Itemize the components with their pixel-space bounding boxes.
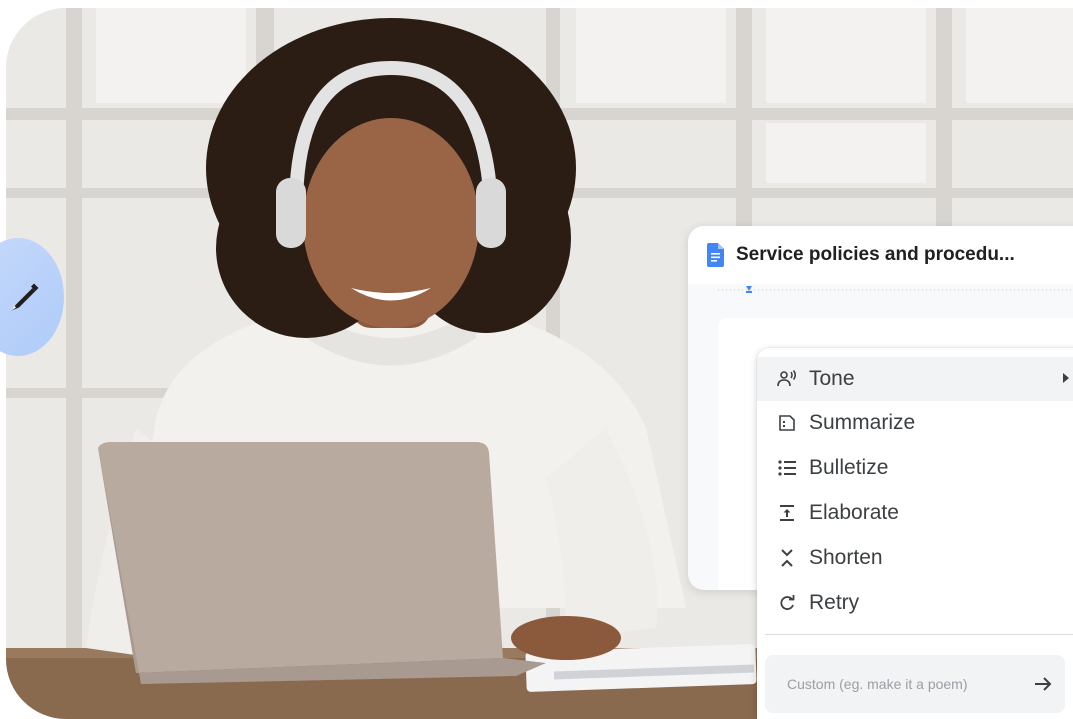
menu-item-elaborate[interactable]: Elaborate: [757, 491, 1073, 535]
stage: Service policies and procedu... Tone Sum…: [0, 0, 1073, 719]
collapse-vertical-icon: [777, 548, 797, 568]
menu-item-label: Summarize: [809, 411, 916, 434]
arrow-right-icon: [1035, 677, 1052, 691]
pen-icon: [11, 283, 39, 311]
ruler[interactable]: [718, 286, 1073, 294]
summarize-icon: [777, 413, 797, 433]
docs-header: Service policies and procedu...: [688, 226, 1073, 284]
retry-icon: [777, 593, 797, 613]
custom-prompt-box: [765, 655, 1065, 713]
menu-item-shorten[interactable]: Shorten: [757, 536, 1073, 580]
google-docs-icon: [707, 243, 724, 267]
menu-item-tone[interactable]: Tone: [757, 357, 1073, 401]
menu-divider: [765, 634, 1073, 635]
menu-item-label: Shorten: [809, 546, 883, 569]
tone-voice-icon: [777, 369, 797, 389]
custom-prompt-input[interactable]: [785, 675, 1005, 693]
menu-item-label: Tone: [809, 367, 855, 390]
menu-item-summarize[interactable]: Summarize: [757, 401, 1073, 445]
send-button[interactable]: [1031, 672, 1055, 696]
menu-item-label: Bulletize: [809, 456, 889, 479]
help-me-write-menu: Tone Summarize Bulletize Elaborate Short…: [757, 348, 1073, 719]
menu-item-label: Elaborate: [809, 501, 899, 524]
menu-item-bulletize[interactable]: Bulletize: [757, 446, 1073, 490]
menu-item-label: Retry: [809, 591, 860, 614]
submenu-arrow-icon: [1063, 373, 1069, 383]
bulleted-list-icon: [777, 458, 797, 478]
document-title[interactable]: Service policies and procedu...: [736, 244, 1015, 266]
menu-item-retry[interactable]: Retry: [757, 581, 1073, 625]
expand-vertical-icon: [777, 503, 797, 523]
